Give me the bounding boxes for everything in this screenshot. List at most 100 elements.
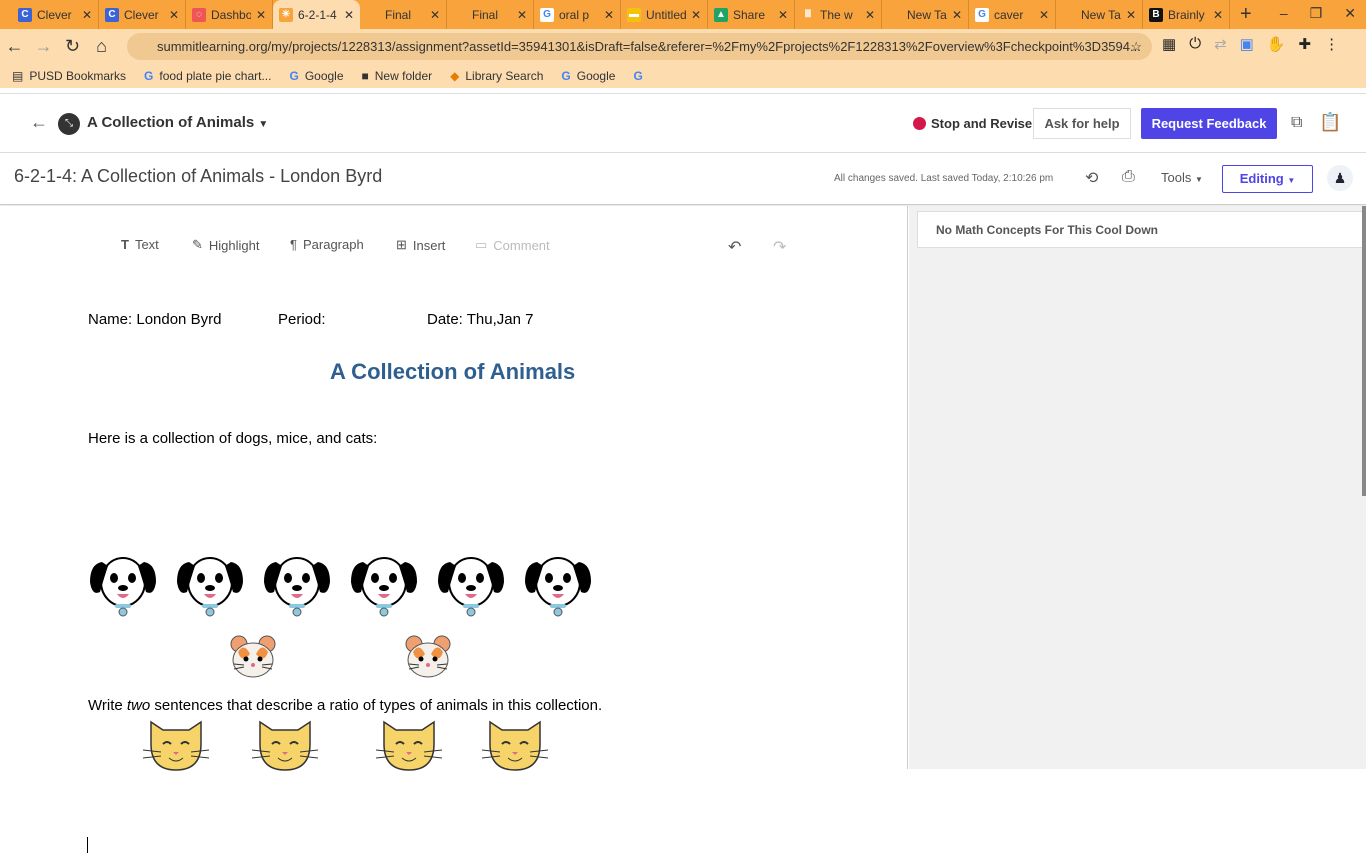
browser-tab[interactable]: New Tab ✕: [1056, 0, 1143, 29]
puzzle-icon[interactable]: ✚: [1299, 35, 1312, 53]
status-label: Stop and Revise: [931, 116, 1033, 131]
period-field: Period:: [278, 311, 326, 328]
tab-title: Brainly: [1168, 7, 1205, 22]
back-icon[interactable]: ←: [0, 36, 29, 57]
bookmark-google[interactable]: G Google: [289, 69, 343, 83]
forward-icon[interactable]: →: [29, 36, 58, 57]
tab-close-icon[interactable]: ✕: [344, 8, 354, 22]
document-heading: A Collection of Animals: [330, 359, 576, 384]
tab-close-icon[interactable]: ✕: [952, 8, 962, 22]
redo-icon[interactable]: ↷: [773, 237, 786, 257]
bookmark-google-2[interactable]: G Google: [561, 69, 615, 83]
sync-icon[interactable]: ⇄: [1214, 35, 1227, 53]
dog-icon: [436, 552, 506, 623]
browser-tab[interactable]: Gcaver ✕: [969, 0, 1056, 29]
cat-icon: [141, 714, 211, 779]
url-text: summitlearning.org/my/projects/1228313/a…: [157, 39, 1141, 54]
browser-tab[interactable]: ▬ Untitled ✕: [621, 0, 708, 29]
scrollbar[interactable]: [1362, 206, 1366, 496]
browser-tab[interactable]: B Brainly ✕: [1143, 0, 1230, 29]
menu-icon[interactable]: ⋮: [1324, 35, 1339, 53]
home-icon[interactable]: ⌂: [87, 36, 116, 57]
reload-icon[interactable]: ↻: [58, 36, 87, 57]
tab-favicon-icon: C: [18, 7, 32, 22]
tab-favicon-icon: [1062, 8, 1076, 22]
browser-tab[interactable]: C Clever ✕: [99, 0, 186, 29]
tab-close-icon[interactable]: ✕: [604, 8, 614, 22]
ask-for-help-button[interactable]: Ask for help: [1033, 108, 1131, 139]
save-status: All changes saved. Last saved Today, 2:1…: [834, 173, 1054, 184]
tab-close-icon[interactable]: ✕: [82, 8, 92, 22]
address-bar[interactable]: summitlearning.org/my/projects/1228313/a…: [127, 33, 1152, 60]
dog-icon: [175, 552, 245, 623]
browser-tab[interactable]: New Tab ✕: [882, 0, 969, 29]
request-feedback-button[interactable]: Request Feedback: [1141, 108, 1277, 139]
comment-tool[interactable]: ▭ Comment: [475, 237, 550, 253]
restore-button[interactable]: ❐: [1310, 5, 1323, 22]
tab-title: Clever: [124, 7, 159, 22]
bookmark-food[interactable]: Gfood plate pie chart...: [144, 69, 271, 83]
bookmark-label: New folder: [374, 68, 433, 83]
document-editor[interactable]: T Text ✎ Highlight ¶ Paragraph ⊞ Insert ▭ Com…: [0, 206, 908, 853]
tab-close-icon[interactable]: ✕: [517, 8, 527, 22]
library-icon: ◆: [450, 68, 460, 83]
bookmark-pusd[interactable]: ▤ PUSD Bookmarks: [12, 69, 126, 83]
browser-tab[interactable]: Final ✕: [360, 0, 447, 29]
name-field: Name: London Byrd: [88, 311, 222, 328]
tab-close-icon[interactable]: ✕: [256, 8, 266, 22]
bookmark-new-folder[interactable]: ■ New folder: [362, 69, 433, 83]
text-tool[interactable]: T Text: [121, 237, 159, 252]
tab-close-icon[interactable]: ✕: [778, 8, 788, 22]
tab-favicon-icon: Ⅲ: [804, 8, 812, 20]
external-link-icon[interactable]: ⧉: [1291, 114, 1302, 132]
print-icon[interactable]: ⎙: [1122, 168, 1135, 186]
avatar[interactable]: ♟: [1327, 165, 1353, 191]
insert-tool[interactable]: ⊞ Insert: [396, 237, 445, 253]
project-title-dropdown[interactable]: A Collection of Animals ▼: [87, 114, 268, 131]
tab-favicon-icon: ◌: [192, 7, 206, 22]
browser-tab[interactable]: ◌ Dashboard ✕: [186, 0, 273, 29]
close-window-button[interactable]: ✕: [1344, 5, 1356, 22]
tab-close-icon[interactable]: ✕: [1213, 8, 1223, 22]
tab-close-icon[interactable]: ✕: [1126, 8, 1136, 22]
hand-icon[interactable]: ✋: [1267, 35, 1286, 53]
tab-close-icon[interactable]: ✕: [169, 8, 179, 22]
editing-dropdown[interactable]: Editing ▼: [1222, 165, 1313, 193]
tab-close-icon[interactable]: ✕: [691, 8, 701, 22]
minimize-button[interactable]: –: [1280, 5, 1288, 22]
bookmark-star-icon[interactable]: ☆: [1130, 33, 1142, 60]
tab-close-icon[interactable]: ✕: [430, 8, 440, 22]
caret-down-icon: ▼: [1287, 176, 1296, 185]
browser-tab[interactable]: C Clever ✕: [12, 0, 99, 29]
history-icon[interactable]: ⟲: [1085, 168, 1098, 188]
browser-tab[interactable]: ▲ Share ✕: [708, 0, 795, 29]
browser-tab[interactable]: Goral p ✕: [534, 0, 621, 29]
paragraph-tool[interactable]: ¶ Paragraph: [290, 237, 364, 252]
prompt-text: Write two sentences that describe a rati…: [88, 697, 602, 714]
browser-tab[interactable]: Final ✕: [447, 0, 534, 29]
qr-icon[interactable]: ▦: [1162, 35, 1176, 53]
tool-label: Paragraph: [302, 237, 364, 252]
back-arrow-icon[interactable]: ←: [30, 112, 48, 133]
browser-tab[interactable]: ✳ 6-2-1-4 ✕: [273, 0, 360, 29]
tab-title: caver: [994, 7, 1024, 22]
bookmark-google-3[interactable]: G: [633, 69, 642, 83]
tab-title: 6-2-1-4: [298, 7, 337, 22]
paragraph-icon: ¶: [290, 237, 297, 252]
tools-label: Tools: [1161, 170, 1192, 185]
bookmark-label: Google: [576, 68, 616, 83]
clipboard-icon[interactable]: 📋: [1319, 112, 1341, 133]
tools-dropdown[interactable]: Tools ▼: [1161, 170, 1203, 185]
translate-icon[interactable]: ▣: [1240, 35, 1254, 53]
undo-icon[interactable]: ↶: [728, 237, 741, 257]
bookmark-library[interactable]: ◆ Library Search: [450, 69, 543, 83]
tab-favicon-icon: ▲: [714, 7, 728, 22]
tool-label: Insert: [412, 237, 446, 253]
new-tab-button[interactable]: +: [1240, 3, 1252, 26]
power-icon[interactable]: ⏻: [1189, 35, 1201, 53]
browser-tab[interactable]: Ⅲ The w ✕: [795, 0, 882, 29]
tab-close-icon[interactable]: ✕: [1039, 8, 1049, 22]
prompt-pre: Write: [88, 697, 127, 714]
highlight-tool[interactable]: ✎ Highlight: [192, 237, 260, 253]
tab-close-icon[interactable]: ✕: [865, 8, 875, 22]
